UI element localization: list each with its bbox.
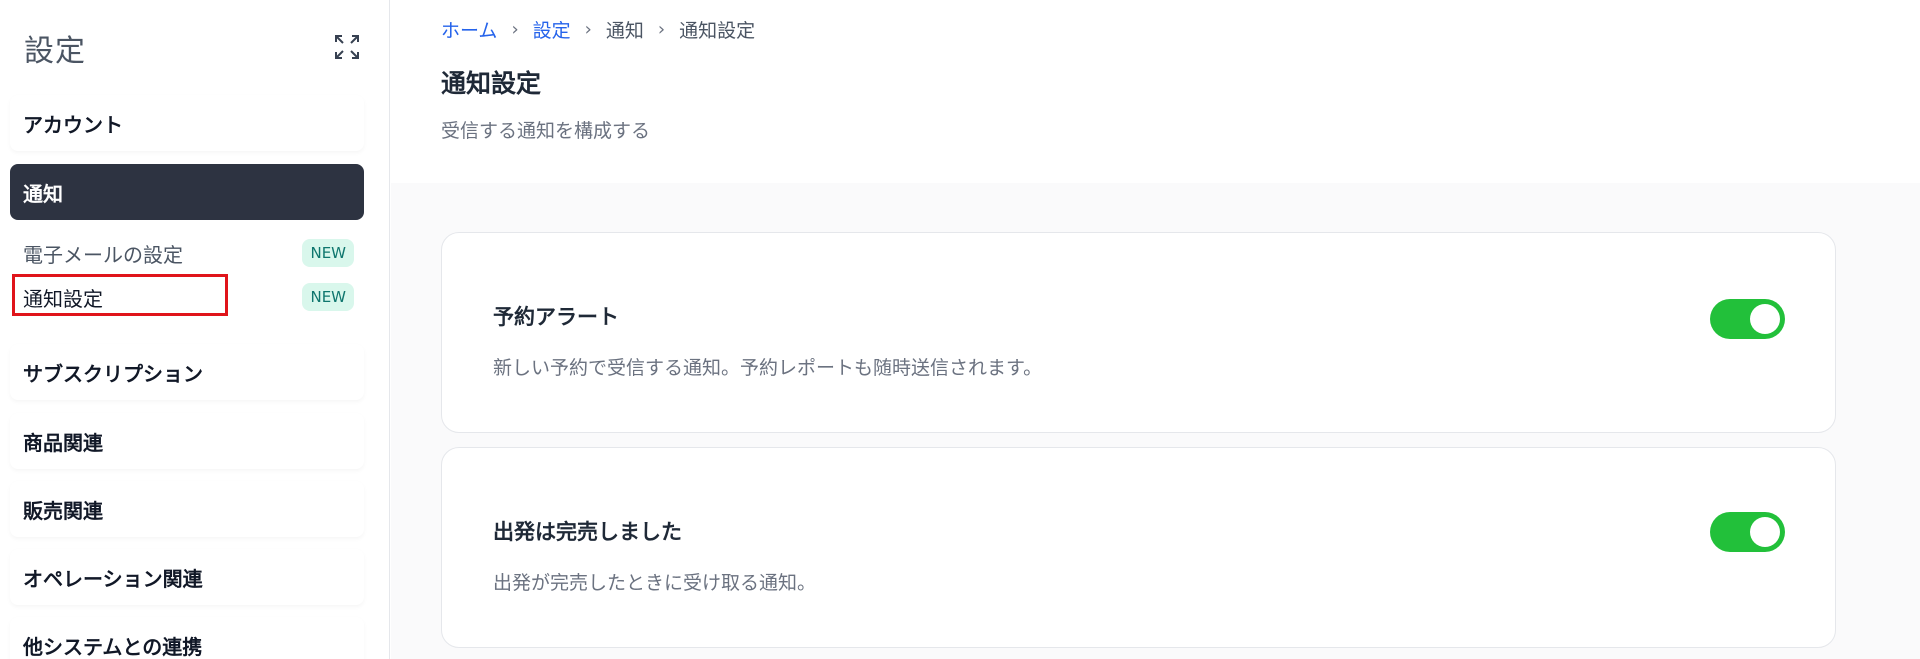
sidebar-subitem-label: 通知設定 [23, 286, 103, 311]
sidebar-item-sales[interactable]: 販売関連 [10, 481, 364, 537]
sidebar-item-label: オペレーション関連 [23, 566, 203, 591]
breadcrumb-home[interactable]: ホーム [441, 16, 497, 43]
chevron-right-icon: › [584, 19, 592, 40]
main-content: ホーム › 設定 › 通知 › 通知設定 通知設定 受信する通知を構成する 予約… [391, 0, 1920, 659]
breadcrumb-settings[interactable]: 設定 [533, 16, 571, 43]
page-title: 通知設定 [441, 69, 542, 98]
chevron-right-icon: › [511, 19, 519, 40]
sidebar-item-label: サブスクリプション [23, 361, 203, 386]
sidebar-title: 設定 [24, 34, 86, 69]
new-badge: NEW [302, 283, 354, 311]
setting-description: 新しい予約で受信する通知。予約レポートも随時送信されます。 [493, 357, 1043, 379]
sidebar-item-operations[interactable]: オペレーション関連 [10, 549, 364, 605]
sidebar-header: 設定 [24, 26, 360, 70]
departure-sold-out-toggle[interactable] [1710, 512, 1785, 552]
setting-card-departure-sold-out: 出発は完売しました 出発が完売したときに受け取る通知。 [441, 447, 1836, 648]
toggle-knob [1750, 517, 1780, 547]
setting-description: 出発が完売したときに受け取る通知。 [493, 572, 817, 594]
expand-icon[interactable] [334, 34, 360, 60]
setting-title: 予約アラート [493, 305, 619, 329]
sidebar-item-label: 商品関連 [23, 430, 103, 455]
sidebar-item-label: 通知 [23, 181, 63, 206]
sidebar-item-subscription[interactable]: サブスクリプション [10, 344, 364, 400]
breadcrumb-notifications: 通知 [605, 20, 644, 42]
sidebar-item-integrations[interactable]: 他システムとの連携 [10, 617, 364, 659]
new-badge: NEW [302, 239, 354, 267]
breadcrumb: ホーム › 設定 › 通知 › 通知設定 [441, 16, 755, 43]
sidebar-item-label: 販売関連 [23, 498, 103, 523]
sidebar-subitem-label: 電子メールの設定 [23, 242, 183, 267]
toggle-knob [1750, 304, 1780, 334]
breadcrumb-current: 通知設定 [679, 20, 756, 42]
sidebar-item-label: アカウント [23, 112, 123, 137]
sidebar-item-notifications[interactable]: 通知 [10, 164, 364, 220]
setting-title: 出発は完売しました [493, 520, 682, 544]
sidebar-item-account[interactable]: アカウント [10, 95, 364, 151]
sidebar-subitem-email-settings[interactable]: 電子メールの設定 NEW [10, 236, 354, 270]
page-header: ホーム › 設定 › 通知 › 通知設定 通知設定 受信する通知を構成する [391, 0, 1920, 183]
sidebar-item-products[interactable]: 商品関連 [10, 413, 364, 469]
chevron-right-icon: › [657, 19, 666, 40]
setting-card-booking-alert: 予約アラート 新しい予約で受信する通知。予約レポートも随時送信されます。 [441, 232, 1836, 433]
page-subtitle: 受信する通知を構成する [441, 120, 651, 142]
sidebar-subitem-notification-settings[interactable]: 通知設定 NEW [10, 280, 354, 314]
sidebar-item-label: 他システムとの連携 [23, 634, 203, 659]
booking-alert-toggle[interactable] [1710, 299, 1785, 339]
settings-sidebar: 設定 アカウント 通知 電子メールの設定 NEW 通知設定 NEW サブスクリプ… [0, 0, 390, 659]
